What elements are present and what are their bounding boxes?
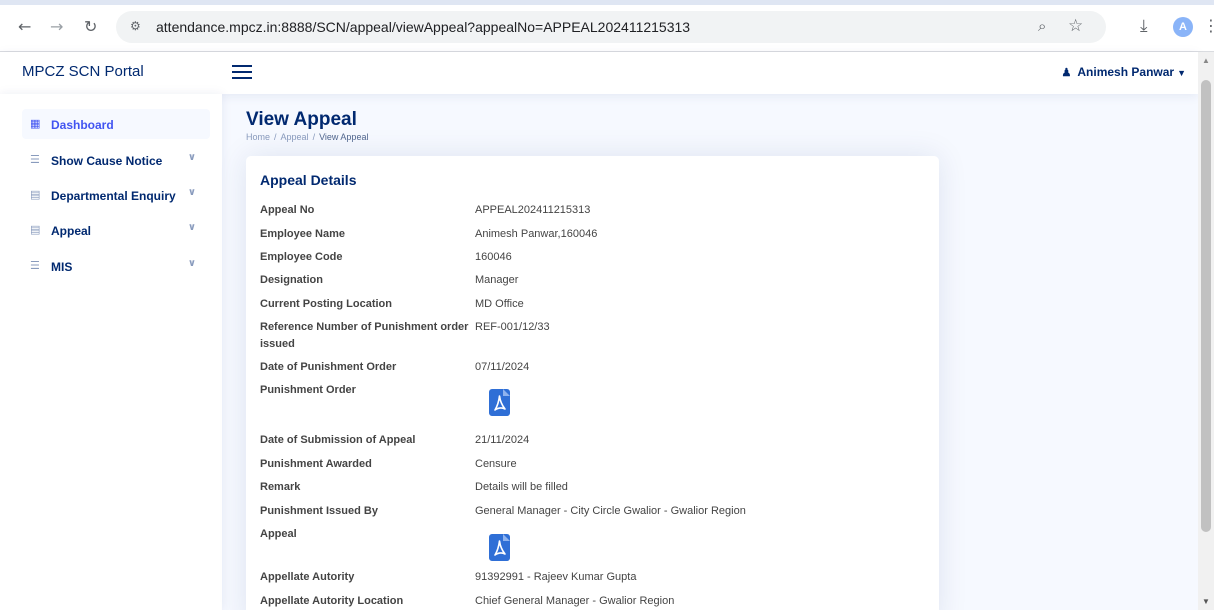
field-label-punishment-order-date: Date of Punishment Order — [260, 361, 397, 373]
menu-icon: ☰ — [30, 259, 40, 272]
breadcrumb-current: View Appeal — [319, 132, 369, 142]
field-value-remark: Details will be filled — [475, 481, 568, 493]
field-label-designation: Designation — [260, 274, 323, 286]
field-label-appellate-authority-location: Appellate Autority Location — [260, 595, 404, 607]
appeal-details-card: Appeal Details Appeal No APPEAL202411215… — [246, 156, 939, 610]
sidebar-item-dashboard[interactable]: ▦ Dashboard — [22, 109, 210, 139]
site-info-icon[interactable]: ⚙ — [130, 19, 141, 33]
reload-icon[interactable]: ↻ — [84, 17, 97, 36]
sidebar-item-show-cause-notice[interactable]: ☰ Show Cause Notice ∨ — [22, 145, 210, 175]
field-label-punishment-order: Punishment Order — [260, 384, 356, 396]
field-value-employee-name: Animesh Panwar,160046 — [475, 228, 598, 240]
document-icon: ▤ — [30, 223, 41, 236]
breadcrumb: Home / Appeal / View Appeal — [246, 132, 369, 142]
field-label-issued-by: Punishment Issued By — [260, 505, 378, 517]
sidebar-item-label: MIS — [51, 260, 73, 274]
hamburger-menu-icon[interactable] — [232, 61, 252, 81]
user-icon: ♟ — [1061, 67, 1072, 79]
caret-down-icon: ▼ — [1177, 68, 1186, 78]
field-value-reference-number: REF-001/12/33 — [475, 321, 550, 333]
field-label-remark: Remark — [260, 481, 301, 493]
sidebar-item-departmental-enquiry[interactable]: ▤ Departmental Enquiry ∨ — [22, 180, 210, 210]
forward-icon[interactable]: → — [50, 17, 63, 36]
address-url[interactable]: attendance.mpcz.in:8888/SCN/appeal/viewA… — [156, 19, 690, 35]
field-value-employee-code: 160046 — [475, 251, 512, 263]
field-value-appeal-no: APPEAL202411215313 — [475, 204, 591, 216]
pdf-download-icon[interactable] — [489, 534, 510, 561]
page-scrollbar[interactable]: ▲ ▼ — [1198, 52, 1214, 610]
scroll-up-arrow-icon[interactable]: ▲ — [1202, 56, 1210, 65]
field-value-appellate-authority: 91392991 - Rajeev Kumar Gupta — [475, 571, 637, 583]
portal-logo[interactable]: MPCZ SCN Portal — [22, 63, 144, 80]
field-value-submission-date: 21/11/2024 — [475, 434, 530, 446]
field-label-reference-number: Reference Number of Punishment order iss… — [260, 321, 469, 350]
user-menu[interactable]: ♟ Animesh Panwar ▼ — [1062, 65, 1187, 79]
chevron-down-icon: ∨ — [187, 258, 196, 269]
app-header: MPCZ SCN Portal ♟ Animesh Panwar ▼ — [0, 52, 1198, 94]
document-icon: ▤ — [30, 188, 41, 201]
breadcrumb-appeal[interactable]: Appeal — [281, 132, 309, 142]
sidebar-item-label: Departmental Enquiry — [51, 189, 176, 203]
tab-strip-edge — [0, 0, 1214, 5]
field-value-punishment-awarded: Censure — [475, 458, 517, 470]
field-value-appellate-authority-location: Chief General Manager - Gwalior Region — [475, 595, 675, 607]
address-bar[interactable]: ⚙ attendance.mpcz.in:8888/SCN/appeal/vie… — [116, 11, 1106, 43]
field-label-posting-location: Current Posting Location — [260, 298, 392, 310]
pdf-download-icon[interactable] — [489, 389, 510, 416]
sidebar-item-label: Appeal — [51, 224, 92, 238]
field-value-punishment-order-date: 07/11/2024 — [475, 361, 530, 373]
browser-toolbar: ← → ↻ ⚙ attendance.mpcz.in:8888/SCN/appe… — [0, 0, 1214, 52]
scroll-down-arrow-icon[interactable]: ▼ — [1202, 597, 1210, 606]
field-label-appeal: Appeal — [260, 528, 297, 540]
chevron-down-icon: ∨ — [187, 187, 196, 198]
field-label-punishment-awarded: Punishment Awarded — [260, 458, 372, 470]
bookmark-star-icon[interactable]: ☆ — [1068, 16, 1083, 36]
chevron-down-icon: ∨ — [187, 222, 196, 233]
profile-avatar[interactable]: A — [1173, 17, 1193, 37]
sidebar-item-label: Dashboard — [51, 118, 114, 132]
field-label-appeal-no: Appeal No — [260, 204, 315, 216]
user-name: Animesh Panwar — [1077, 65, 1175, 79]
field-label-submission-date: Date of Submission of Appeal — [260, 434, 416, 446]
breadcrumb-home[interactable]: Home — [246, 132, 270, 142]
sidebar: ▦ Dashboard ☰ Show Cause Notice ∨ ▤ Depa… — [0, 94, 222, 610]
field-value-issued-by: General Manager - City Circle Gwalior - … — [475, 505, 746, 517]
more-menu-icon[interactable]: ⋮ — [1203, 16, 1214, 35]
field-label-employee-code: Employee Code — [260, 251, 343, 263]
field-label-appellate-authority: Appellate Autority — [260, 571, 355, 583]
back-icon[interactable]: ← — [18, 17, 31, 36]
grid-icon: ▦ — [30, 117, 41, 130]
sidebar-item-mis[interactable]: ☰ MIS ∨ — [22, 251, 210, 281]
sidebar-item-appeal[interactable]: ▤ Appeal ∨ — [22, 215, 210, 245]
field-value-posting-location: MD Office — [475, 298, 524, 310]
menu-icon: ☰ — [30, 153, 40, 166]
zoom-icon[interactable]: ⌕ — [1038, 17, 1046, 35]
download-icon[interactable]: ⤓ — [1140, 16, 1148, 36]
scrollbar-thumb[interactable] — [1201, 80, 1211, 532]
field-label-employee-name: Employee Name — [260, 228, 345, 240]
field-value-designation: Manager — [475, 274, 519, 286]
page-title: View Appeal — [246, 109, 357, 130]
chevron-down-icon: ∨ — [187, 152, 196, 163]
card-title: Appeal Details — [260, 172, 357, 188]
sidebar-item-label: Show Cause Notice — [51, 154, 163, 168]
